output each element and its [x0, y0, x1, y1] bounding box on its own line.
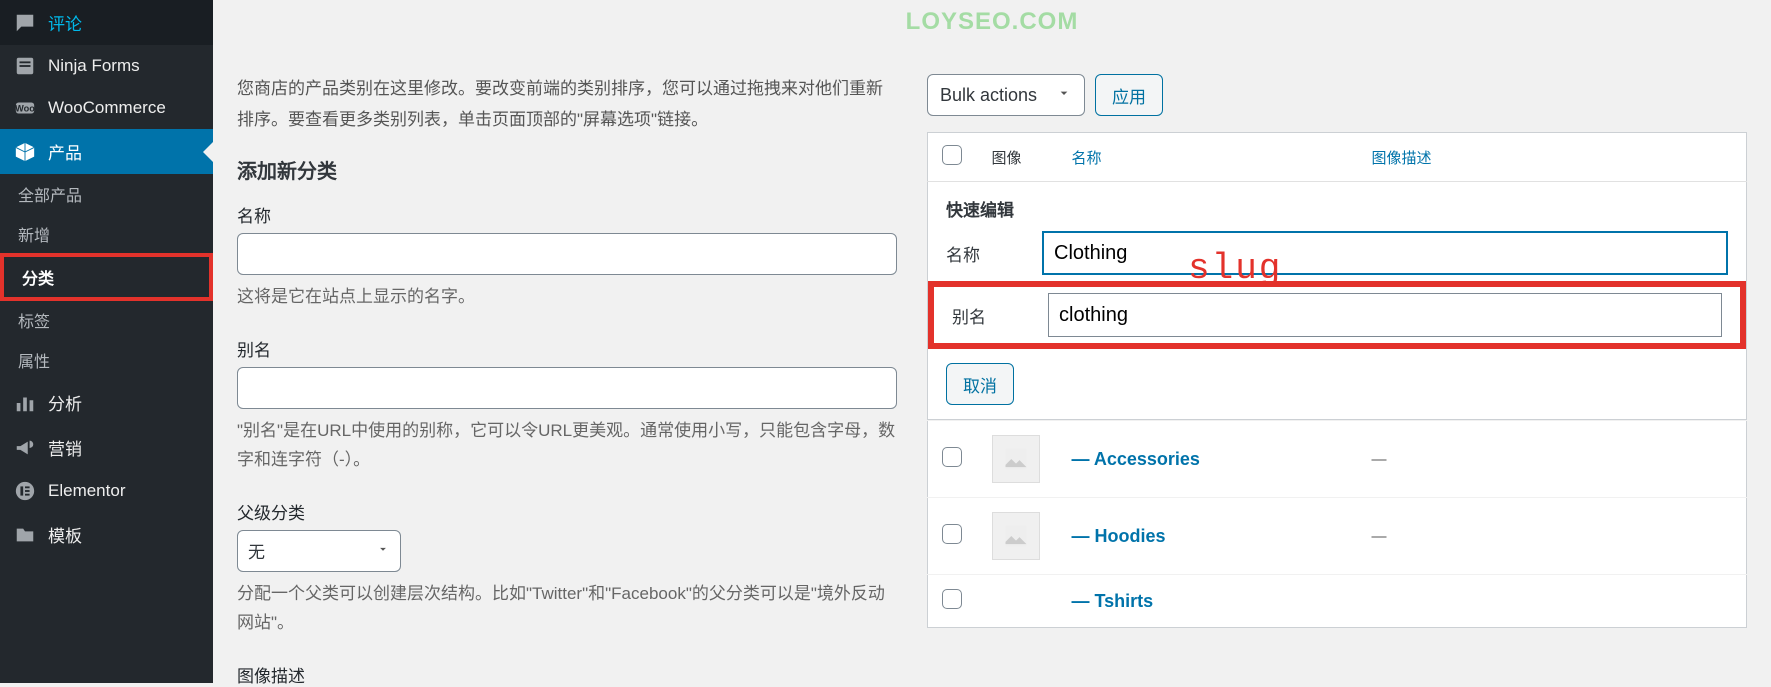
col-image: 图像: [978, 133, 1058, 182]
menu-label: 产品: [48, 139, 82, 164]
qe-slug-label: 别名: [952, 303, 1048, 328]
categories-rows: — Accessories — — Hoodies — — Tshirts: [927, 420, 1747, 628]
elementor-icon: [14, 480, 36, 502]
chart-icon: [14, 392, 36, 414]
submenu-all-products[interactable]: 全部产品: [0, 174, 213, 214]
parent-help: 分配一个父类可以创建层次结构。比如"Twitter"和"Facebook"的父分…: [237, 580, 897, 638]
svg-text:Woo: Woo: [15, 104, 35, 114]
slug-label: 别名: [237, 336, 897, 361]
form-icon: [14, 55, 36, 77]
slug-help: "别名"是在URL中使用的别称，它可以令URL更美观。通常使用小写，只能包含字母…: [237, 417, 897, 475]
main-content: LOYSEO.COM 您商店的产品类别在这里修改。要改变前端的类别排序，您可以通…: [213, 0, 1771, 683]
intro-text: 您商店的产品类别在这里修改。要改变前端的类别排序，您可以通过拖拽来对他们重新排序…: [237, 74, 897, 135]
name-input[interactable]: [237, 233, 897, 275]
parent-value: 无: [248, 538, 265, 563]
menu-woocommerce[interactable]: Woo WooCommerce: [0, 87, 213, 129]
row-name-link[interactable]: — Tshirts: [1072, 591, 1154, 611]
slug-input[interactable]: [237, 367, 897, 409]
qe-name-input[interactable]: [1042, 231, 1728, 275]
menu-elementor[interactable]: Elementor: [0, 470, 213, 512]
menu-comments[interactable]: 评论: [0, 0, 213, 45]
parent-label: 父级分类: [237, 499, 897, 524]
menu-label: Elementor: [48, 481, 125, 501]
slug-annotation: slug: [1188, 248, 1282, 289]
menu-label: 分析: [48, 390, 82, 415]
row-desc: —: [1372, 451, 1387, 468]
add-category-form: 您商店的产品类别在这里修改。要改变前端的类别排序，您可以通过拖拽来对他们重新排序…: [237, 0, 927, 683]
placeholder-image-icon: [992, 512, 1040, 560]
highlight-annotation: 分类: [0, 253, 213, 301]
menu-label: 评论: [48, 10, 82, 35]
parent-select[interactable]: 无: [237, 530, 401, 572]
qe-name-label: 名称: [946, 241, 1042, 266]
menu-label: 营销: [48, 435, 82, 460]
watermark: LOYSEO.COM: [906, 8, 1079, 36]
woocommerce-icon: Woo: [14, 97, 36, 119]
select-all-checkbox[interactable]: [942, 145, 962, 165]
apply-button[interactable]: 应用: [1095, 74, 1163, 116]
menu-templates[interactable]: 模板: [0, 512, 213, 557]
row-checkbox[interactable]: [942, 589, 962, 609]
row-desc: —: [1372, 528, 1387, 545]
add-heading: 添加新分类: [237, 155, 897, 184]
chevron-down-icon: [1056, 85, 1072, 106]
menu-products[interactable]: 产品: [0, 129, 213, 174]
row-name-link[interactable]: — Accessories: [1072, 449, 1200, 469]
quick-edit-title: 快速编辑: [928, 182, 1746, 227]
placeholder-image-icon: [992, 435, 1040, 483]
menu-label: Ninja Forms: [48, 56, 140, 76]
bulk-actions-select[interactable]: Bulk actions: [927, 74, 1085, 116]
admin-sidebar: 评论 Ninja Forms Woo WooCommerce 产品 全部产品 新…: [0, 0, 213, 683]
submenu-tags[interactable]: 标签: [0, 300, 213, 340]
categories-table-area: Bulk actions 应用 图像 名称 图像描述 快速编辑: [927, 0, 1747, 683]
quick-edit-panel: 快速编辑 名称 别名 slug 取消: [927, 182, 1747, 420]
menu-analytics[interactable]: 分析: [0, 380, 213, 425]
table-row: — Accessories —: [928, 421, 1747, 498]
menu-marketing[interactable]: 营销: [0, 425, 213, 470]
bulk-label: Bulk actions: [940, 85, 1037, 106]
row-name-link[interactable]: — Hoodies: [1072, 526, 1166, 546]
chevron-down-icon: [376, 541, 390, 561]
menu-ninja-forms[interactable]: Ninja Forms: [0, 45, 213, 87]
menu-label: 模板: [48, 522, 82, 547]
submenu-add-new[interactable]: 新增: [0, 214, 213, 254]
submenu-attributes[interactable]: 属性: [0, 340, 213, 380]
col-name[interactable]: 名称: [1058, 133, 1358, 182]
table-row: — Hoodies —: [928, 498, 1747, 575]
comment-icon: [14, 12, 36, 34]
qe-slug-input[interactable]: [1048, 293, 1722, 337]
name-label: 名称: [237, 202, 897, 227]
box-icon: [14, 141, 36, 163]
table-row: — Tshirts: [928, 575, 1747, 628]
categories-table: 图像 名称 图像描述: [927, 132, 1747, 182]
folder-icon: [14, 524, 36, 546]
row-checkbox[interactable]: [942, 524, 962, 544]
slug-highlight-annotation: 别名: [928, 281, 1746, 349]
megaphone-icon: [14, 437, 36, 459]
submenu-categories[interactable]: 分类: [4, 257, 209, 297]
name-help: 这将是它在站点上显示的名字。: [237, 283, 897, 312]
menu-label: WooCommerce: [48, 98, 166, 118]
cancel-button[interactable]: 取消: [946, 363, 1014, 405]
row-checkbox[interactable]: [942, 447, 962, 467]
col-imgdesc[interactable]: 图像描述: [1358, 133, 1747, 182]
